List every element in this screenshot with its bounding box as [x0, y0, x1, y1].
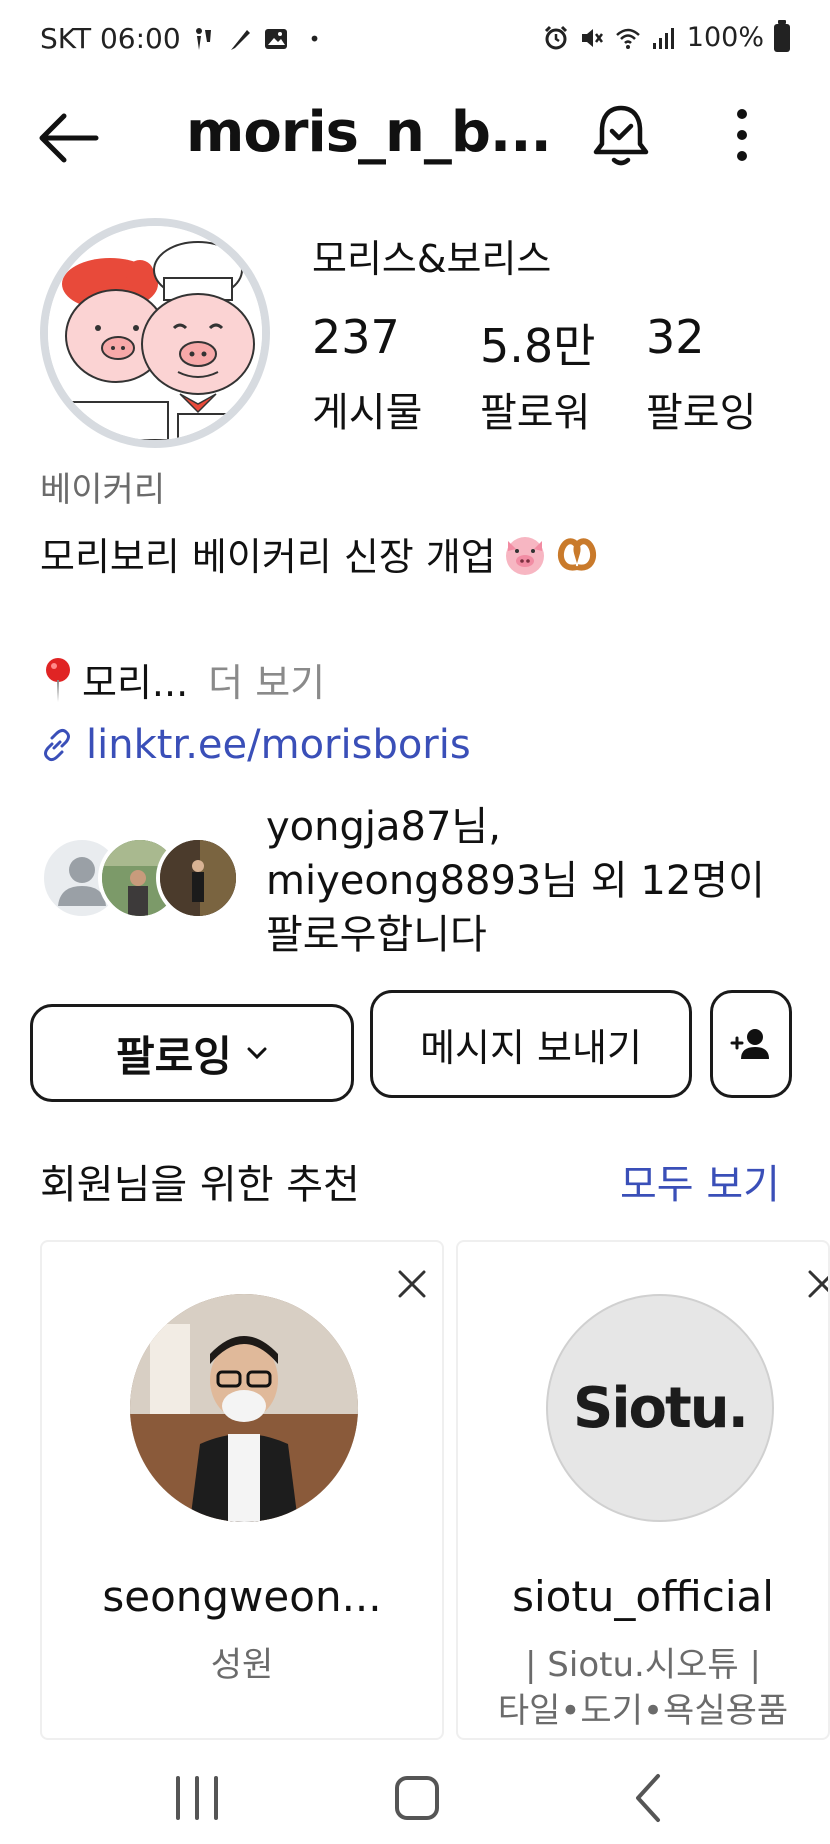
profile-display-name: 모리스&보리스: [312, 237, 552, 281]
chevron-down-icon: [247, 1047, 267, 1060]
stat-following[interactable]: 32 팔로잉: [646, 310, 756, 438]
following-button-label: 팔로잉: [116, 1031, 232, 1081]
suggestion-subtitle-line1: | Siotu.시오튜 |: [525, 1645, 761, 1685]
see-more-link[interactable]: 더 보기: [208, 652, 325, 707]
battery-percent: 100%: [686, 22, 764, 53]
page-title: moris_n_b...: [186, 100, 552, 165]
status-dot: •: [308, 26, 321, 51]
profile-header: moris_n_b...: [0, 90, 830, 180]
followed-by-text: yongja87님, miyeong8893님 외 12명이 팔로우합니다: [266, 800, 765, 962]
follower-avatar-miyeong8893: [156, 836, 240, 920]
recent-apps-icon[interactable]: [162, 1770, 232, 1826]
stat-following-value: 32: [646, 310, 705, 364]
carrier-time: SKT 06:00: [40, 22, 181, 55]
stat-followers[interactable]: 5.8만 팔로워: [480, 310, 595, 438]
suggestion-subtitle: 성원: [210, 1645, 274, 1685]
link-text: linktr.ee/morisboris: [86, 722, 471, 768]
stat-posts[interactable]: 237 게시물: [312, 310, 422, 438]
suggestion-card[interactable]: Siotu. siotu_official | Siotu.시오튜 | 타일•도…: [456, 1240, 830, 1740]
stat-followers-value: 5.8만: [480, 319, 596, 373]
bio-text: 모리보리 베이커리 신장 개업: [40, 535, 496, 579]
close-icon[interactable]: [392, 1264, 432, 1304]
back-nav-icon[interactable]: [612, 1770, 682, 1826]
profile-location: 모리... 더 보기: [40, 652, 325, 707]
followed-by-line2: miyeong8893님 외 12명이: [266, 858, 765, 904]
suggestion-subtitle-line2: 타일•도기•욕실용품: [497, 1691, 789, 1731]
followed-by-line1: yongja87님,: [266, 804, 501, 850]
wifi-icon: [615, 28, 640, 49]
status-right: 100%: [543, 19, 790, 53]
suggestion-subtitle: | Siotu.시오튜 | 타일•도기•욕실용품: [458, 1642, 828, 1734]
alarm-icon: [544, 25, 567, 49]
pig-face-icon: [505, 536, 544, 575]
suggest-people-button[interactable]: [710, 990, 792, 1098]
message-button[interactable]: 메시지 보내기: [370, 990, 692, 1098]
more-vertical-icon[interactable]: [722, 104, 762, 166]
feather-icon: [230, 29, 250, 50]
follower-photo: [160, 840, 236, 916]
profile-avatar[interactable]: [40, 218, 270, 448]
pig-bakers-illustration: [48, 226, 262, 440]
mute-icon: [581, 28, 603, 47]
person-photo: [130, 1294, 358, 1522]
walk-icon: [195, 27, 211, 50]
suggestions-title: 회원님을 위한 추천: [40, 1162, 360, 1208]
back-arrow-icon[interactable]: [36, 108, 106, 168]
following-button[interactable]: 팔로잉: [30, 1004, 354, 1102]
status-left: SKT 06:00 •: [40, 22, 320, 55]
siotu-logo: Siotu.: [573, 1375, 749, 1441]
add-person-icon: [730, 1029, 769, 1059]
system-nav-bar: [0, 1740, 830, 1844]
signal-icon: [652, 27, 674, 49]
message-button-label: 메시지 보내기: [420, 1025, 642, 1070]
link-icon: [44, 728, 70, 762]
home-icon[interactable]: [382, 1770, 452, 1826]
stat-posts-value: 237: [312, 310, 400, 364]
stat-posts-label: 게시물: [312, 390, 423, 436]
see-all-link[interactable]: 모두 보기: [620, 1152, 780, 1210]
pretzel-icon: [557, 537, 596, 571]
suggestion-username: siotu_official: [512, 1572, 774, 1621]
status-bar: SKT 06:00 • 100%: [0, 0, 830, 80]
pin-icon: [46, 657, 70, 702]
profile-category: 베이커리: [40, 470, 166, 510]
location-text: 모리...: [82, 661, 189, 705]
close-icon[interactable]: [802, 1264, 830, 1304]
profile-bio: 모리보리 베이커리 신장 개업: [40, 526, 600, 581]
suggestion-avatar: [130, 1294, 358, 1522]
battery-icon: [774, 19, 790, 52]
stat-following-label: 팔로잉: [646, 390, 757, 436]
profile-link[interactable]: linktr.ee/morisboris: [40, 722, 471, 768]
image-icon: [264, 28, 287, 49]
followed-by-line3: 팔로우합니다: [266, 912, 487, 958]
suggestion-username: seongweon...: [102, 1572, 382, 1621]
suggestion-card[interactable]: seongweon... 성원: [40, 1240, 444, 1740]
bell-check-icon[interactable]: [590, 102, 652, 168]
stat-followers-label: 팔로워: [480, 390, 591, 436]
followed-by[interactable]: yongja87님, miyeong8893님 외 12명이 팔로우합니다: [40, 800, 820, 958]
suggestion-avatar: Siotu.: [546, 1294, 774, 1522]
